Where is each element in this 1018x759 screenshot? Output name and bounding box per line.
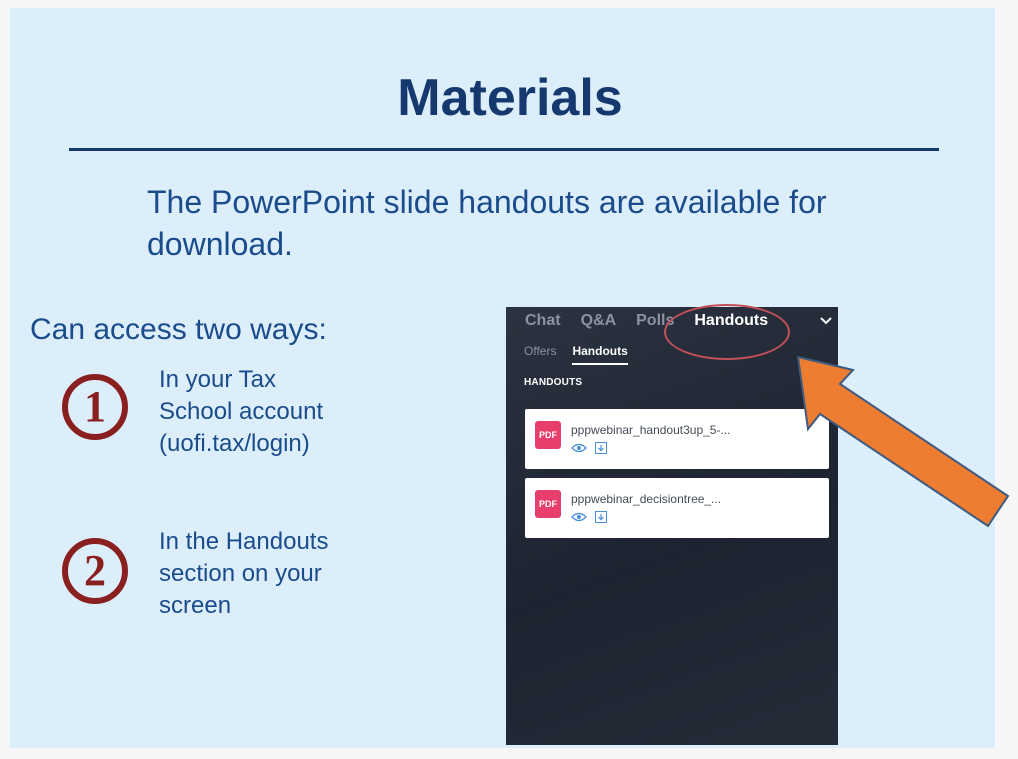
step-1-text: In your Tax School account (uofi.tax/log… — [159, 364, 323, 460]
access-heading: Can access two ways: — [30, 313, 327, 346]
handout-file-name[interactable]: pppwebinar_decisiontree_... — [571, 492, 721, 506]
eye-icon[interactable] — [571, 512, 587, 522]
step-1-line: In your Tax — [159, 366, 276, 393]
handout-file-item[interactable]: PDF pppwebinar_decisiontree_... — [525, 478, 829, 538]
intro-text: The PowerPoint slide handouts are availa… — [147, 184, 827, 262]
step-1-line: School account — [159, 398, 324, 425]
subtab-handouts[interactable]: Handouts — [572, 344, 628, 365]
step-2-line: section on your — [159, 560, 322, 587]
step-1-number: 1 — [62, 374, 128, 440]
handout-file-name[interactable]: pppwebinar_handout3up_5-... — [571, 423, 730, 437]
step-2-number: 2 — [62, 538, 128, 604]
download-icon[interactable] — [595, 511, 607, 523]
pdf-file-icon: PDF — [535, 421, 561, 449]
slide-title: Materials — [397, 69, 623, 127]
handouts-section-label: HANDOUTS — [524, 377, 583, 388]
step-1-line: (uofi.tax/login) — [159, 430, 310, 457]
pdf-file-icon: PDF — [535, 490, 561, 518]
slide: Materials The PowerPoint slide handouts … — [10, 8, 1010, 748]
chevron-down-icon[interactable] — [820, 312, 832, 328]
step-2-line: screen — [159, 592, 232, 619]
eye-icon[interactable] — [571, 443, 587, 453]
orange-arrow-icon — [796, 355, 1010, 528]
step-2-line: In the Handouts — [159, 528, 329, 555]
step-2-text: In the Handouts section on your screen — [159, 526, 328, 622]
title-divider — [69, 148, 939, 151]
handouts-panel-screenshot: Chat Q&A Polls Handouts Offers Handouts … — [506, 307, 838, 745]
highlight-circle — [664, 304, 790, 360]
tab-qa[interactable]: Q&A — [581, 312, 617, 330]
subtab-offers[interactable]: Offers — [524, 344, 556, 365]
download-icon[interactable] — [595, 442, 607, 454]
tab-chat[interactable]: Chat — [525, 312, 561, 330]
panel-subtabs: Offers Handouts — [524, 344, 628, 365]
handout-file-item[interactable]: PDF pppwebinar_handout3up_5-... — [525, 409, 829, 469]
